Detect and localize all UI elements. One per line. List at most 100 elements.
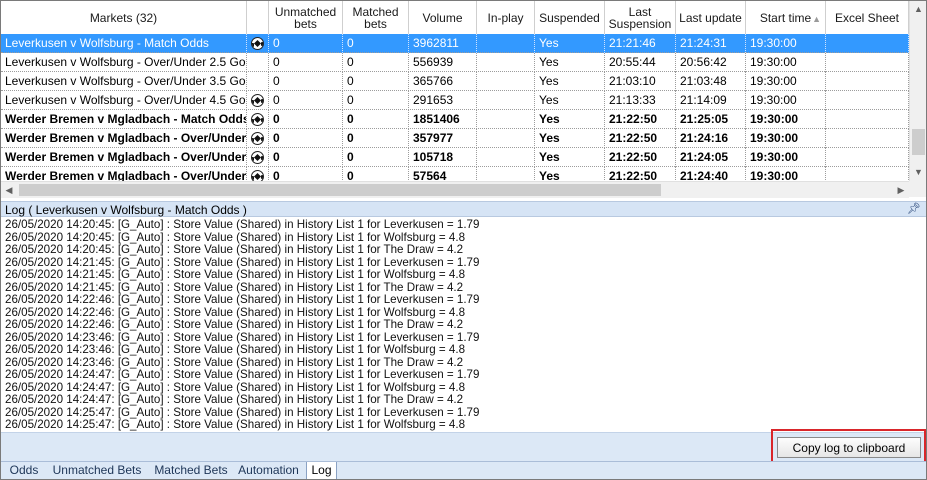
cell-market: Werder Bremen v Mgladbach - Over/Under 2… (1, 129, 247, 148)
column-header-markets-32[interactable]: Markets (32) (1, 1, 247, 34)
cell-last-update: 20:56:42 (676, 53, 746, 72)
cell-volume: 291653 (409, 91, 477, 110)
table-row[interactable]: Werder Bremen v Mgladbach - Over/Under 2… (1, 129, 909, 148)
cell-volume: 357977 (409, 129, 477, 148)
cell-excel (826, 129, 909, 148)
column-header-last-suspension[interactable]: Last Suspension (605, 1, 676, 34)
cell-start-time: 19:30:00 (746, 110, 826, 129)
cell-icon (247, 34, 269, 53)
table-row[interactable]: Werder Bremen v Mgladbach - Over/Under 3… (1, 148, 909, 167)
cell-market: Leverkusen v Wolfsburg - Over/Under 2.5 … (1, 53, 247, 72)
tab-odds[interactable]: Odds (4, 462, 44, 479)
cell-matched: 0 (343, 91, 409, 110)
table-row[interactable]: Leverkusen v Wolfsburg - Match Odds 0 0 396… (1, 34, 909, 53)
column-header-label: Suspended (539, 10, 600, 25)
cell-unmatched: 0 (269, 72, 343, 91)
log-line: 26/05/2020 14:24:47: [G_Auto] : Store Va… (5, 393, 464, 406)
log-line: 26/05/2020 14:20:45: [G_Auto] : Store Va… (5, 243, 464, 256)
table-row[interactable]: Leverkusen v Wolfsburg - Over/Under 3.5 … (1, 72, 909, 91)
cell-unmatched: 0 (269, 53, 343, 72)
cell-volume: 105718 (409, 148, 477, 167)
cell-icon (247, 53, 269, 72)
cell-volume: 365766 (409, 72, 477, 91)
cell-inplay (477, 91, 535, 110)
tab-unmatched-bets[interactable]: Unmatched Bets (47, 462, 147, 479)
cell-last-suspension: 21:22:50 (605, 110, 676, 129)
pin-icon[interactable]: 📌︎ (907, 203, 921, 216)
scroll-right-icon[interactable]: ▶ (893, 182, 909, 198)
log-panel-header: Log ( Leverkusen v Wolfsburg - Match Odd… (1, 201, 926, 217)
vertical-scroll-thumb[interactable] (912, 129, 925, 155)
column-header-unmatched-bets[interactable]: Unmatched bets (269, 1, 343, 34)
log-line: 26/05/2020 14:23:46: [G_Auto] : Store Va… (5, 343, 466, 356)
log-line: 26/05/2020 14:24:47: [G_Auto] : Store Va… (5, 368, 480, 381)
log-line: 26/05/2020 14:21:45: [G_Auto] : Store Va… (5, 268, 466, 281)
tab-matched-bets[interactable]: Matched Bets (148, 462, 234, 479)
column-header-in-play[interactable]: In-play (477, 1, 535, 34)
table-row[interactable]: Leverkusen v Wolfsburg - Over/Under 4.5 … (1, 91, 909, 110)
column-header-volume[interactable]: Volume (409, 1, 477, 34)
cell-excel (826, 91, 909, 110)
horizontal-scrollbar[interactable]: ◀ ▶ (1, 181, 909, 198)
log-line: 26/05/2020 14:20:45: [G_Auto] : Store Va… (5, 219, 480, 231)
table-row[interactable]: Werder Bremen v Mgladbach - Match Odds 0 0… (1, 110, 909, 129)
column-header-label: Unmatched bets (274, 4, 337, 31)
cell-suspended: Yes (535, 129, 605, 148)
log-text-area[interactable]: 26/05/2020 14:20:45: [G_Auto] : Store Va… (1, 219, 926, 432)
cell-icon (247, 148, 269, 167)
log-line: 26/05/2020 14:22:46: [G_Auto] : Store Va… (5, 318, 464, 331)
column-header-icon[interactable] (247, 1, 269, 34)
cell-icon (247, 91, 269, 110)
football-icon (251, 94, 264, 107)
bottom-tabs: Odds Unmatched Bets Matched Bets Automation… (1, 461, 926, 479)
cell-unmatched: 0 (269, 34, 343, 53)
cell-suspended: Yes (535, 148, 605, 167)
column-header-label: Markets (32) (89, 10, 158, 25)
cell-matched: 0 (343, 148, 409, 167)
cell-market: Werder Bremen v Mgladbach - Over/Under 3… (1, 148, 247, 167)
cell-matched: 0 (343, 53, 409, 72)
horizontal-scroll-thumb[interactable] (19, 184, 661, 196)
cell-last-update: 21:24:16 (676, 129, 746, 148)
cell-suspended: Yes (535, 72, 605, 91)
log-title: Log ( Leverkusen v Wolfsburg - Match Odd… (5, 203, 247, 217)
column-header-last-update[interactable]: Last update (676, 1, 746, 34)
scroll-left-icon[interactable]: ◀ (1, 182, 17, 198)
cell-start-time: 19:30:00 (746, 129, 826, 148)
cell-unmatched: 0 (269, 129, 343, 148)
cell-unmatched: 0 (269, 110, 343, 129)
cell-market: Leverkusen v Wolfsburg - Over/Under 3.5 … (1, 72, 247, 91)
cell-matched: 0 (343, 34, 409, 53)
scroll-down-icon[interactable]: ▼ (910, 164, 926, 181)
cell-market: Werder Bremen v Mgladbach - Match Odds (1, 110, 247, 129)
cell-last-update: 21:25:05 (676, 110, 746, 129)
column-header-label: Volume (422, 10, 463, 25)
cell-inplay (477, 34, 535, 53)
cell-inplay (477, 72, 535, 91)
cell-last-suspension: 21:21:46 (605, 34, 676, 53)
cell-last-suspension: 21:13:33 (605, 91, 676, 110)
cell-icon (247, 72, 269, 91)
table-row[interactable]: Leverkusen v Wolfsburg - Over/Under 2.5 … (1, 53, 909, 72)
grid-rows: Leverkusen v Wolfsburg - Match Odds 0 0 396… (1, 34, 909, 186)
cell-inplay (477, 148, 535, 167)
column-header-suspended[interactable]: Suspended (535, 1, 605, 34)
football-icon (251, 113, 264, 126)
column-header-excel-sheet[interactable]: Excel Sheet (826, 1, 909, 34)
annotation-highlight (771, 429, 926, 463)
cell-excel (826, 148, 909, 167)
column-header-start-time[interactable]: Start time ▲ (746, 1, 826, 34)
cell-last-update: 21:14:09 (676, 91, 746, 110)
tab-log[interactable]: Log (306, 462, 337, 479)
scroll-corner (909, 181, 926, 197)
cell-start-time: 19:30:00 (746, 53, 826, 72)
cell-last-suspension: 21:22:50 (605, 129, 676, 148)
cell-last-update: 21:24:31 (676, 34, 746, 53)
vertical-scrollbar[interactable]: ▲ ▼ (909, 1, 926, 181)
cell-last-update: 21:03:48 (676, 72, 746, 91)
column-header-label: Matched bets (352, 4, 399, 31)
scroll-up-icon[interactable]: ▲ (910, 1, 926, 18)
tab-automation[interactable]: Automation (234, 462, 303, 479)
column-header-matched-bets[interactable]: Matched bets (343, 1, 409, 34)
cell-last-suspension: 21:03:10 (605, 72, 676, 91)
